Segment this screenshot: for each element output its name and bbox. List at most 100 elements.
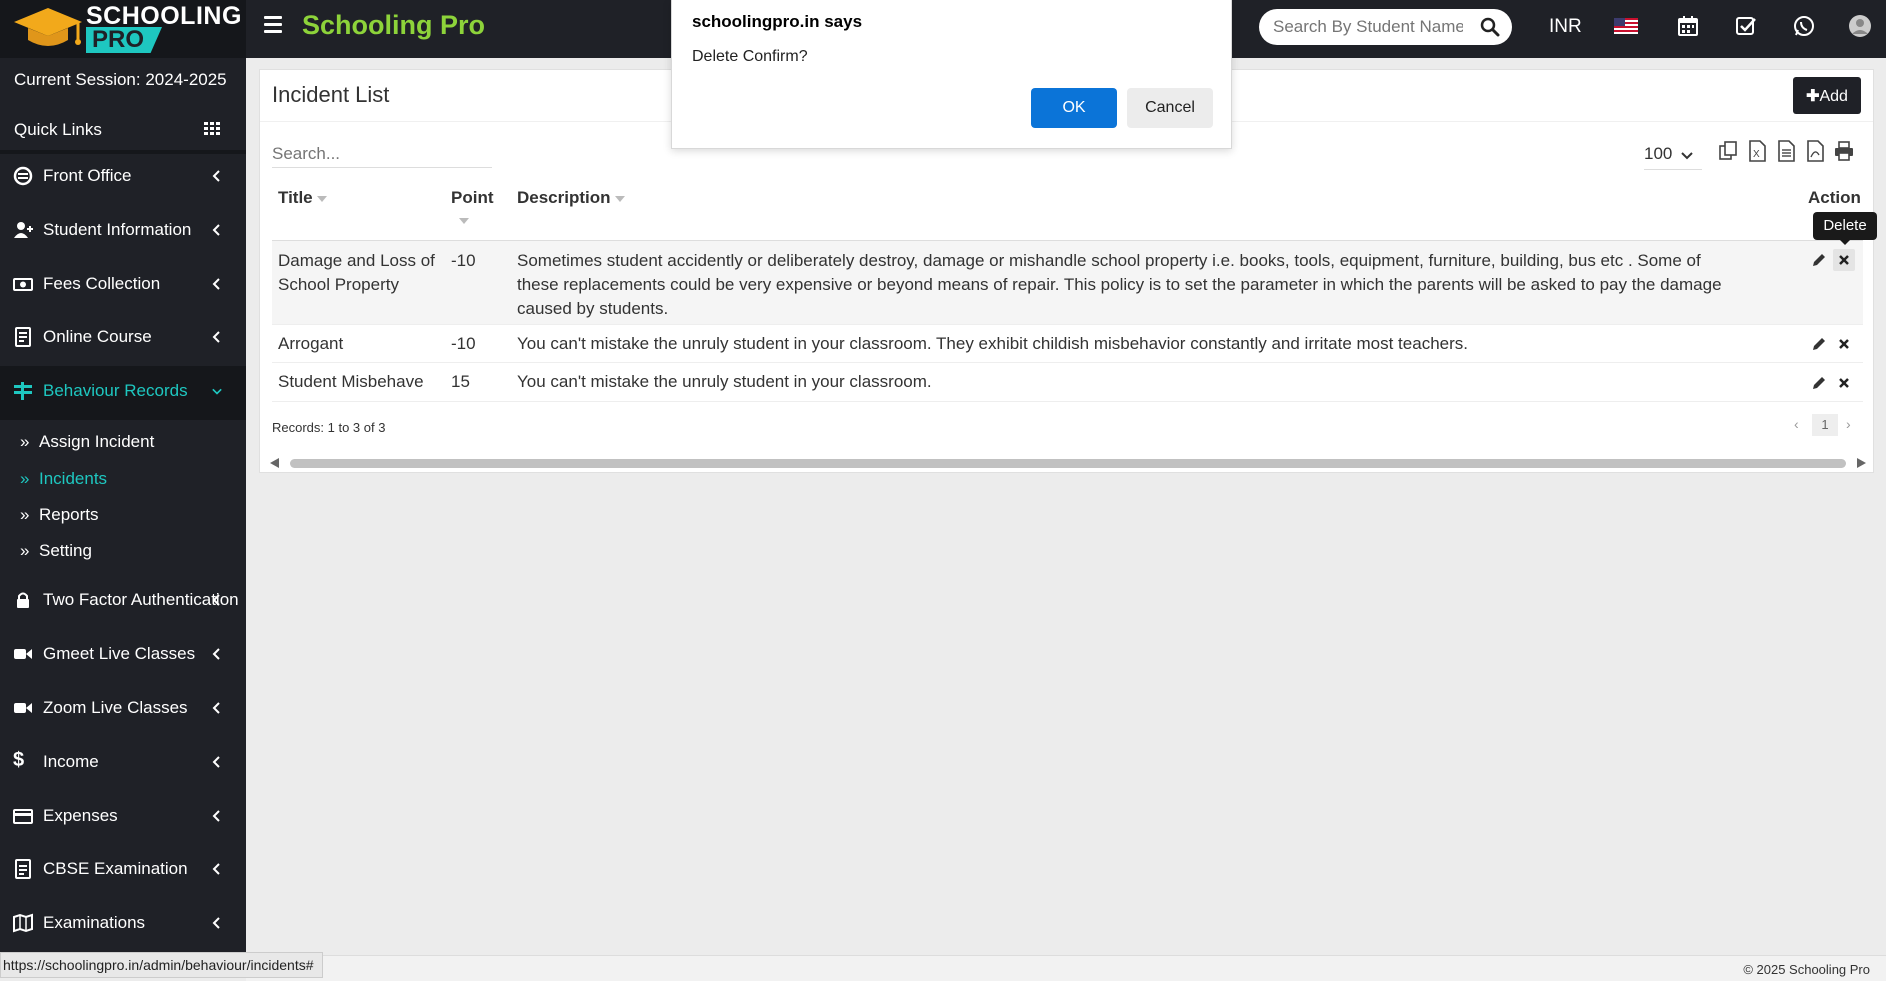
table-row: Damage and Loss of School Property -10 S… (272, 241, 1863, 325)
dialog-title: schoolingpro.in says (692, 12, 863, 31)
pdf-icon[interactable] (1805, 140, 1825, 162)
behaviour-icon (14, 382, 32, 400)
student-search-input[interactable] (1273, 17, 1463, 37)
video-icon (14, 703, 32, 713)
graduation-cap-icon (14, 8, 82, 46)
chevron-left-icon (212, 810, 220, 822)
front-office-icon (13, 166, 33, 186)
print-icon[interactable] (1834, 140, 1854, 162)
logo[interactable]: SCHOOLING PRO (0, 0, 246, 58)
ok-button[interactable]: OK (1031, 88, 1117, 128)
current-session: Current Session: 2024-2025 (14, 70, 227, 89)
us-flag-icon[interactable] (1614, 18, 1638, 34)
double-chevron-icon: » (20, 432, 30, 451)
sidebar-subitem-reports[interactable]: » Reports (0, 497, 246, 531)
sidebar-item-behaviour-records[interactable]: Behaviour Records (0, 366, 246, 420)
table-row: Arrogant -10 You can't mistake the unrul… (272, 326, 1863, 363)
student-search (1259, 9, 1512, 45)
calendar-icon[interactable] (1676, 14, 1700, 38)
video-icon (14, 649, 32, 659)
grid-icon[interactable] (204, 122, 220, 136)
svg-text:X: X (1753, 149, 1760, 160)
table-search-input[interactable] (272, 140, 492, 168)
whatsapp-icon[interactable] (1792, 14, 1816, 38)
excel-icon[interactable]: X (1747, 140, 1767, 162)
chevron-left-icon (212, 278, 220, 290)
chevron-left-icon (212, 756, 220, 768)
sidebar-subitem-label: Incidents (39, 469, 108, 488)
chevron-left-icon (212, 648, 220, 660)
sidebar-item-two-factor-authentication[interactable]: Two Factor Authentication (0, 575, 246, 625)
pagination-next-icon[interactable]: › (1846, 416, 1851, 432)
sidebar-item-examinations[interactable]: Examinations (0, 898, 246, 948)
scrollbar-thumb[interactable] (290, 459, 1846, 468)
column-header-point[interactable]: Point (451, 188, 499, 230)
column-header-title[interactable]: Title (278, 188, 327, 208)
lock-icon (17, 592, 29, 608)
user-plus-icon (14, 222, 33, 238)
money-icon (13, 278, 33, 291)
delete-x-icon[interactable] (1833, 333, 1855, 355)
column-header-description[interactable]: Description (517, 188, 625, 208)
quick-links[interactable]: Quick Links (14, 120, 102, 140)
copy-icon[interactable] (1718, 140, 1738, 162)
add-button[interactable]: ✚Add (1793, 77, 1861, 114)
brand-title: Schooling Pro (302, 10, 486, 40)
tasks-check-icon[interactable] (1734, 14, 1758, 38)
delete-x-icon[interactable] (1833, 249, 1855, 271)
document-icon (15, 859, 31, 879)
records-count: Records: 1 to 3 of 3 (272, 420, 386, 435)
user-avatar-icon[interactable] (1848, 14, 1872, 38)
edit-pencil-icon[interactable] (1808, 333, 1830, 355)
sidebar-item-expenses[interactable]: Expenses (0, 791, 246, 841)
cell-point: -10 (451, 334, 476, 353)
menu-toggle-icon[interactable] (264, 16, 282, 36)
double-chevron-icon: » (20, 469, 30, 488)
sidebar-item-label: Income (43, 752, 99, 771)
sidebar-subitem-incidents[interactable]: » Incidents (0, 461, 246, 495)
search-icon[interactable] (1480, 17, 1500, 37)
sidebar-subitem-setting[interactable]: » Setting (0, 533, 246, 567)
scroll-right-icon[interactable] (1857, 458, 1866, 468)
pagination-page[interactable]: 1 (1812, 414, 1838, 436)
column-header-action: Action (1808, 188, 1861, 207)
cell-title: Damage and Loss of School Property (278, 251, 435, 294)
edit-pencil-icon[interactable] (1808, 249, 1830, 271)
cell-description: You can't mistake the unruly student in … (517, 334, 1468, 353)
sidebar-item-zoom-live-classes[interactable]: Zoom Live Classes (0, 683, 246, 733)
sidebar-item-front-office[interactable]: Front Office (0, 151, 246, 201)
sidebar-item-label: CBSE Examination (43, 859, 188, 878)
pagination-prev-icon[interactable]: ‹ (1794, 416, 1799, 432)
edit-pencil-icon[interactable] (1808, 372, 1830, 394)
sort-icon (459, 217, 469, 224)
page-title: Incident List (272, 82, 390, 107)
column-header-label: Title (278, 188, 313, 207)
chevron-left-icon (212, 917, 220, 929)
horizontal-scrollbar[interactable] (268, 456, 1868, 470)
cancel-button[interactable]: Cancel (1127, 88, 1213, 128)
sidebar-item-gmeet-live-classes[interactable]: Gmeet Live Classes (0, 629, 246, 679)
chevron-down-icon (212, 388, 222, 395)
chevron-left-icon (212, 170, 220, 182)
scroll-left-icon[interactable] (270, 458, 279, 468)
sidebar-item-income[interactable]: $ Income (0, 737, 246, 787)
sidebar-subitem-assign-incident[interactable]: » Assign Incident (0, 424, 246, 458)
cell-title: Arrogant (278, 334, 344, 353)
delete-x-icon[interactable] (1833, 372, 1855, 394)
currency-selector[interactable]: INR (1549, 16, 1582, 38)
cell-title: Student Misbehave (278, 372, 424, 391)
sidebar-item-cbse-examination[interactable]: CBSE Examination (0, 844, 246, 894)
cell-description: You can't mistake the unruly student in … (517, 372, 932, 391)
sidebar-item-online-course[interactable]: Online Course (0, 312, 246, 362)
csv-icon[interactable] (1776, 140, 1796, 162)
column-header-label: Point (451, 188, 494, 207)
sidebar-item-label: Gmeet Live Classes (43, 644, 196, 663)
sidebar-item-label: Fees Collection (43, 274, 161, 293)
sidebar: Current Session: 2024-2025 Quick Links F… (0, 58, 246, 955)
sidebar-item-fees-collection[interactable]: Fees Collection (0, 259, 246, 309)
chevron-left-icon (212, 594, 220, 606)
sidebar-item-student-information[interactable]: Student Information (0, 205, 246, 255)
page-size-select[interactable]: 100 (1644, 144, 1702, 170)
sidebar-item-label: Student Information (43, 220, 192, 239)
browser-status-url: https://schoolingpro.in/admin/behaviour/… (0, 952, 323, 978)
